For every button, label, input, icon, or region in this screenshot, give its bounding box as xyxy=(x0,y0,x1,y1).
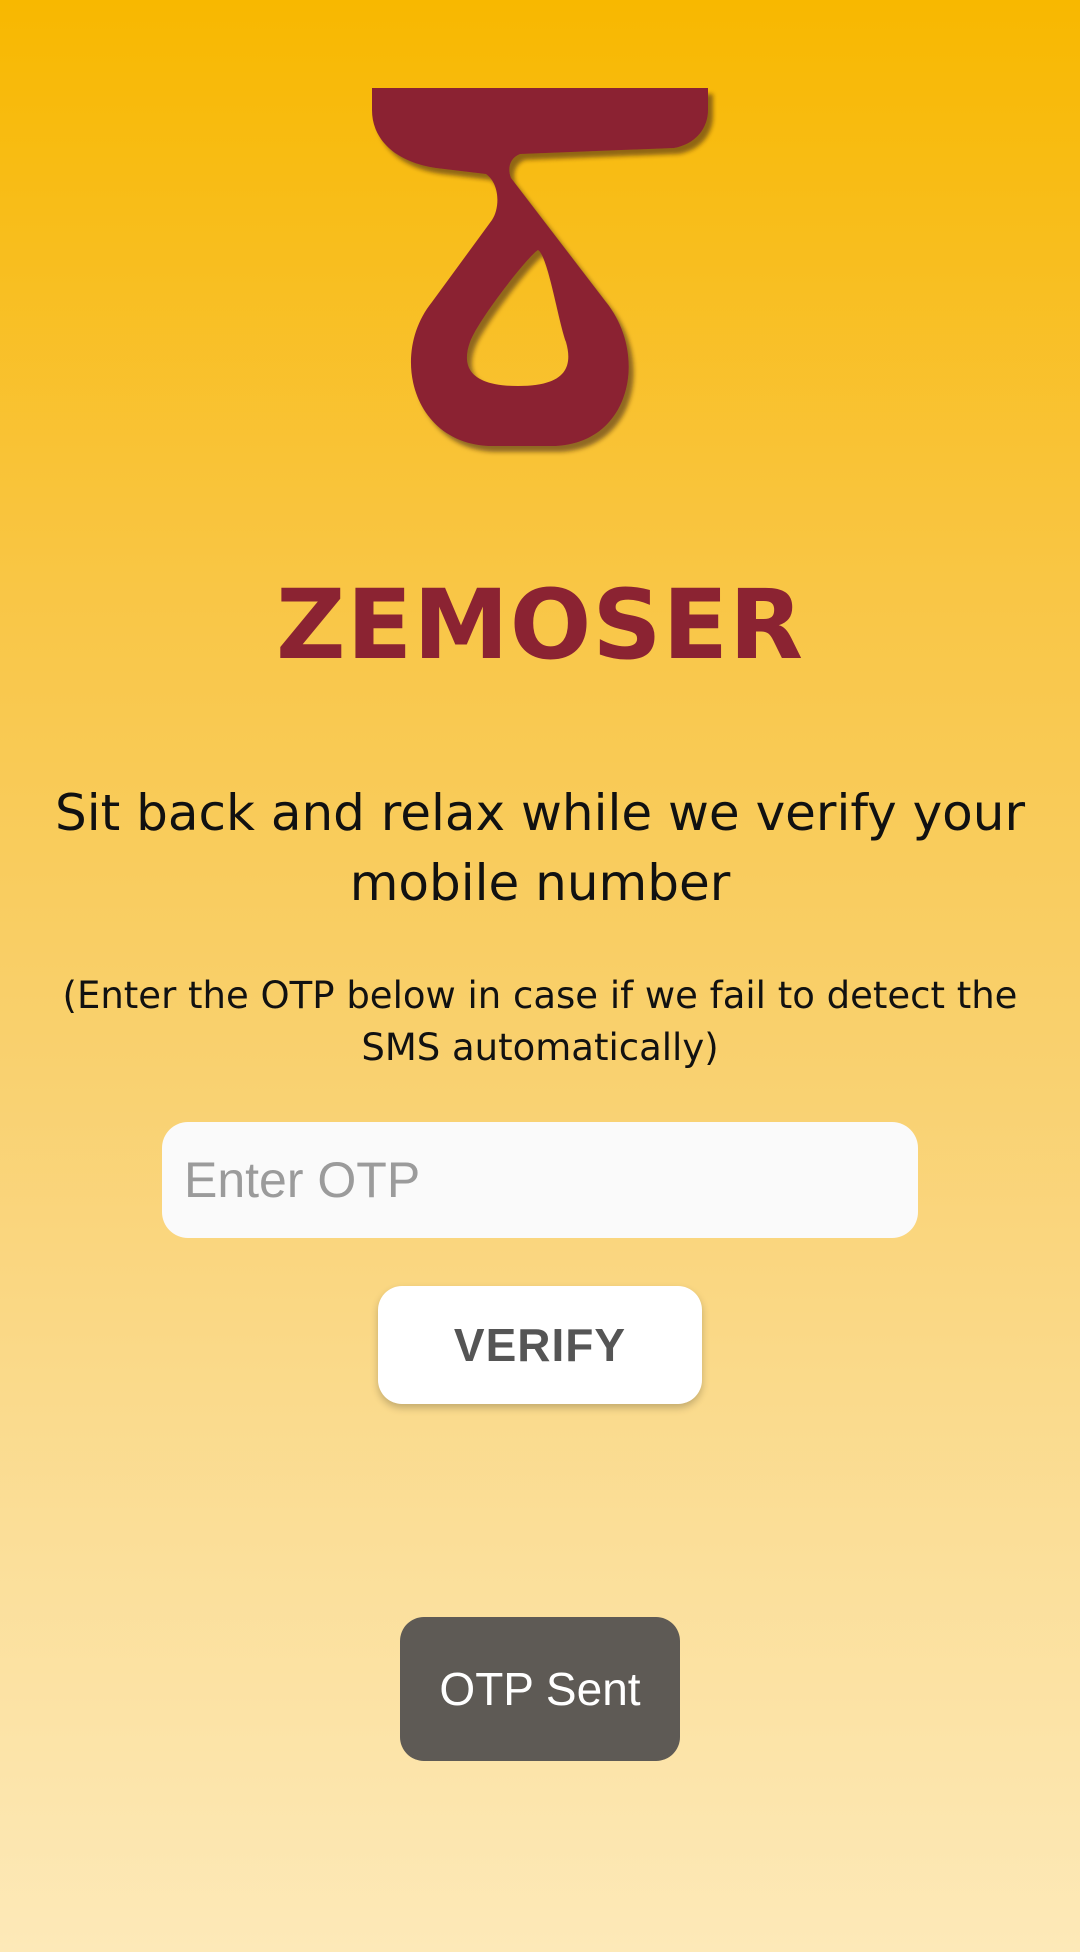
brand-name: ZEMOSER xyxy=(276,569,804,681)
toast-message: OTP Sent xyxy=(439,1663,641,1715)
zemoser-logo-icon xyxy=(372,88,708,446)
otp-instructions: (Enter the OTP below in case if we fail … xyxy=(62,974,1018,1069)
verify-button[interactable]: VERIFY xyxy=(378,1286,702,1404)
otp-sent-toast: OTP Sent xyxy=(400,1617,680,1761)
otp-input[interactable] xyxy=(162,1122,918,1238)
verification-headline: Sit back and relax while we verify your … xyxy=(54,784,1026,912)
